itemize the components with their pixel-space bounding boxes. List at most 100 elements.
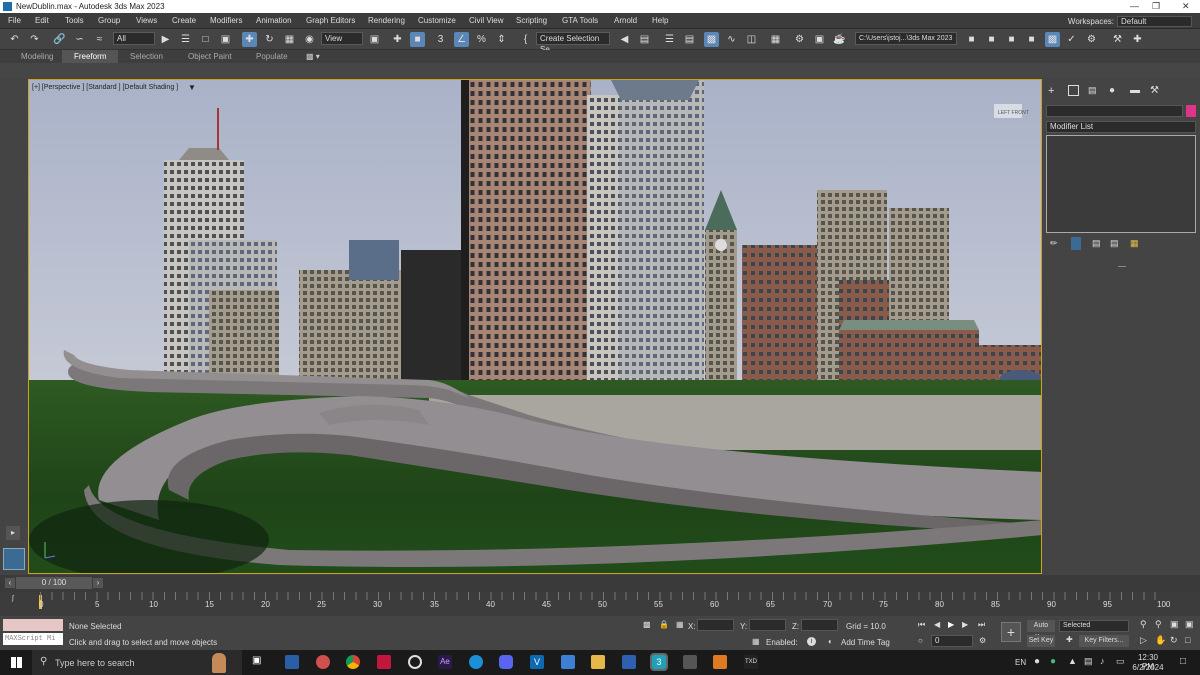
discord-icon[interactable] [499, 655, 513, 669]
restore-icon[interactable]: ❐ [1152, 1, 1160, 12]
menu-civil-view[interactable]: Civil View [469, 16, 504, 25]
workspace-value[interactable]: Default [1117, 16, 1192, 27]
next-key-icon[interactable]: ▶ [962, 620, 968, 629]
hierarchy-tab-icon[interactable]: ▤ [1088, 85, 1097, 96]
percent-snap-icon[interactable]: % [474, 32, 489, 47]
menu-edit[interactable]: Edit [35, 16, 49, 25]
chrome-icon[interactable] [346, 655, 360, 669]
menu-arnold[interactable]: Arnold [614, 16, 637, 25]
zoom-icon[interactable]: ⚲ [1140, 619, 1147, 630]
snaps-toggle-icon[interactable]: 3 [433, 32, 448, 47]
configure-sets-icon[interactable]: ▦ [1130, 238, 1139, 249]
render-setup-icon[interactable]: ⚙ [792, 32, 807, 47]
battery-icon[interactable]: ▭ [1116, 656, 1125, 667]
create-tab-icon[interactable]: + [1048, 85, 1054, 97]
info-icon[interactable]: i [807, 637, 816, 646]
orbit-icon[interactable]: ↻ [1170, 635, 1178, 646]
pin-stack-icon[interactable]: ✏ [1050, 238, 1058, 249]
zoom-all-icon[interactable]: ⚲ [1155, 619, 1162, 630]
menu-group[interactable]: Group [98, 16, 120, 25]
start-icon[interactable] [11, 657, 22, 668]
show-end-result-icon[interactable] [1071, 237, 1081, 250]
expand-arrow-icon[interactable]: ▸ [6, 526, 20, 540]
angle-snap-icon[interactable]: ∠ [454, 32, 469, 47]
current-frame-field[interactable]: 0 [931, 635, 973, 647]
key-selection-dropdown[interactable]: Selected [1059, 620, 1129, 632]
window-crossing-icon[interactable]: ▣ [218, 32, 233, 47]
mirror-icon[interactable]: ◀ [617, 32, 632, 47]
rect-selection-icon[interactable]: □ [198, 32, 213, 47]
auto-key-button[interactable]: Auto Key [1027, 620, 1055, 641]
set-key-big-icon[interactable]: + [1001, 622, 1021, 642]
layer-explorer-icon[interactable]: ▤ [682, 32, 697, 47]
motion-tab-icon[interactable]: ● [1109, 85, 1115, 96]
set-key-button[interactable]: Set Key [1027, 635, 1055, 647]
menu-customize[interactable]: Customize [418, 16, 456, 25]
installer-icon[interactable] [561, 655, 575, 669]
select-object-icon[interactable]: ▶ [158, 32, 173, 47]
minimize-icon[interactable]: — [1130, 1, 1139, 11]
menu-modifiers[interactable]: Modifiers [210, 16, 242, 25]
reference-coord-dropdown[interactable]: View [321, 32, 363, 45]
goto-end-icon[interactable]: ⏭ [978, 620, 985, 630]
remove-modifier-icon[interactable]: ▤ [1110, 238, 1119, 249]
next-frame-icon[interactable]: › [93, 578, 103, 588]
store-icon[interactable] [285, 655, 299, 669]
menu-create[interactable]: Create [172, 16, 196, 25]
link-icon[interactable]: 🔗 [52, 32, 67, 47]
tab-populate[interactable]: Populate [256, 52, 288, 61]
maximize-viewport-icon[interactable]: □ [1185, 635, 1190, 645]
edit-named-selection-icon[interactable]: { [518, 32, 533, 47]
play-icon[interactable]: ▶ [948, 620, 954, 629]
goto-start-icon[interactable]: ⏮ [918, 620, 925, 630]
render-production-icon[interactable]: ☕ [832, 32, 847, 47]
manipulate-icon[interactable]: ✚ [390, 32, 405, 47]
spinner-snap-icon[interactable]: ⇕ [494, 32, 509, 47]
display-tab-icon[interactable]: ▬ [1130, 85, 1140, 96]
tray-icon-1[interactable]: ● [1034, 656, 1040, 667]
selection-filter-dropdown[interactable]: All [113, 32, 155, 45]
y-coordinate-field[interactable] [749, 619, 786, 631]
app-icon-5[interactable] [713, 655, 727, 669]
modifier-stack[interactable] [1046, 135, 1196, 233]
speaker-icon[interactable]: ♪ [1100, 656, 1105, 666]
menu-scripting[interactable]: Scripting [516, 16, 547, 25]
after-effects-icon[interactable]: Ae [438, 655, 452, 669]
prev-key-icon[interactable]: ◀ [934, 620, 940, 629]
menu-help[interactable]: Help [652, 16, 668, 25]
undo-icon[interactable]: ↶ [7, 32, 22, 47]
key-mode-icon[interactable]: ○ [918, 636, 923, 645]
clock-date[interactable]: 6/2/2024 [1131, 663, 1165, 672]
scene-explorer-icon[interactable]: ☰ [662, 32, 677, 47]
bind-spacewarp-icon[interactable]: ≈ [92, 32, 107, 47]
named-selection-dropdown[interactable]: Create Selection Se [536, 32, 610, 54]
menu-animation[interactable]: Animation [256, 16, 292, 25]
app-icon-3[interactable] [622, 655, 636, 669]
task-view-icon[interactable]: ▣ [252, 655, 266, 669]
github-icon[interactable] [408, 655, 422, 669]
workspace-selector[interactable]: Workspaces: Default [1068, 16, 1192, 27]
close-icon[interactable]: ✕ [1182, 1, 1190, 12]
open-file-icon[interactable]: ■ [984, 32, 999, 47]
open-minicurve-icon[interactable]: ∫ [12, 595, 14, 602]
material-editor-icon[interactable]: ▦ [768, 32, 783, 47]
pan-icon[interactable]: ✋ [1155, 635, 1166, 646]
modifier-list-dropdown[interactable]: Modifier List [1046, 121, 1196, 133]
menu-rendering[interactable]: Rendering [368, 16, 405, 25]
rotate-icon[interactable]: ↻ [262, 32, 277, 47]
align-icon[interactable]: ▤ [637, 32, 652, 47]
absolute-mode-icon[interactable]: ▦ [676, 620, 684, 629]
object-color-swatch[interactable] [1186, 105, 1196, 117]
maxscript-mini-listener[interactable]: MAXScript Mi [3, 633, 63, 645]
file-explorer-icon[interactable] [591, 655, 605, 669]
tab-modeling[interactable]: Modeling [21, 52, 53, 61]
app-icon-2[interactable] [377, 655, 391, 669]
project-folder-icon[interactable]: ■ [964, 32, 979, 47]
object-name-field[interactable] [1046, 105, 1183, 117]
prev-frame-icon[interactable]: ‹ [5, 578, 15, 588]
ribbon-options-icon[interactable]: ▩ ▾ [306, 52, 320, 61]
lock-selection-icon[interactable]: 🔒 [659, 620, 669, 629]
tray-icon-3[interactable]: ▲ [1068, 656, 1077, 666]
viewport-label[interactable]: [+] [Perspective ] [Standard ] [Default … [32, 84, 178, 91]
tray-icon-2[interactable]: ● [1050, 656, 1056, 667]
